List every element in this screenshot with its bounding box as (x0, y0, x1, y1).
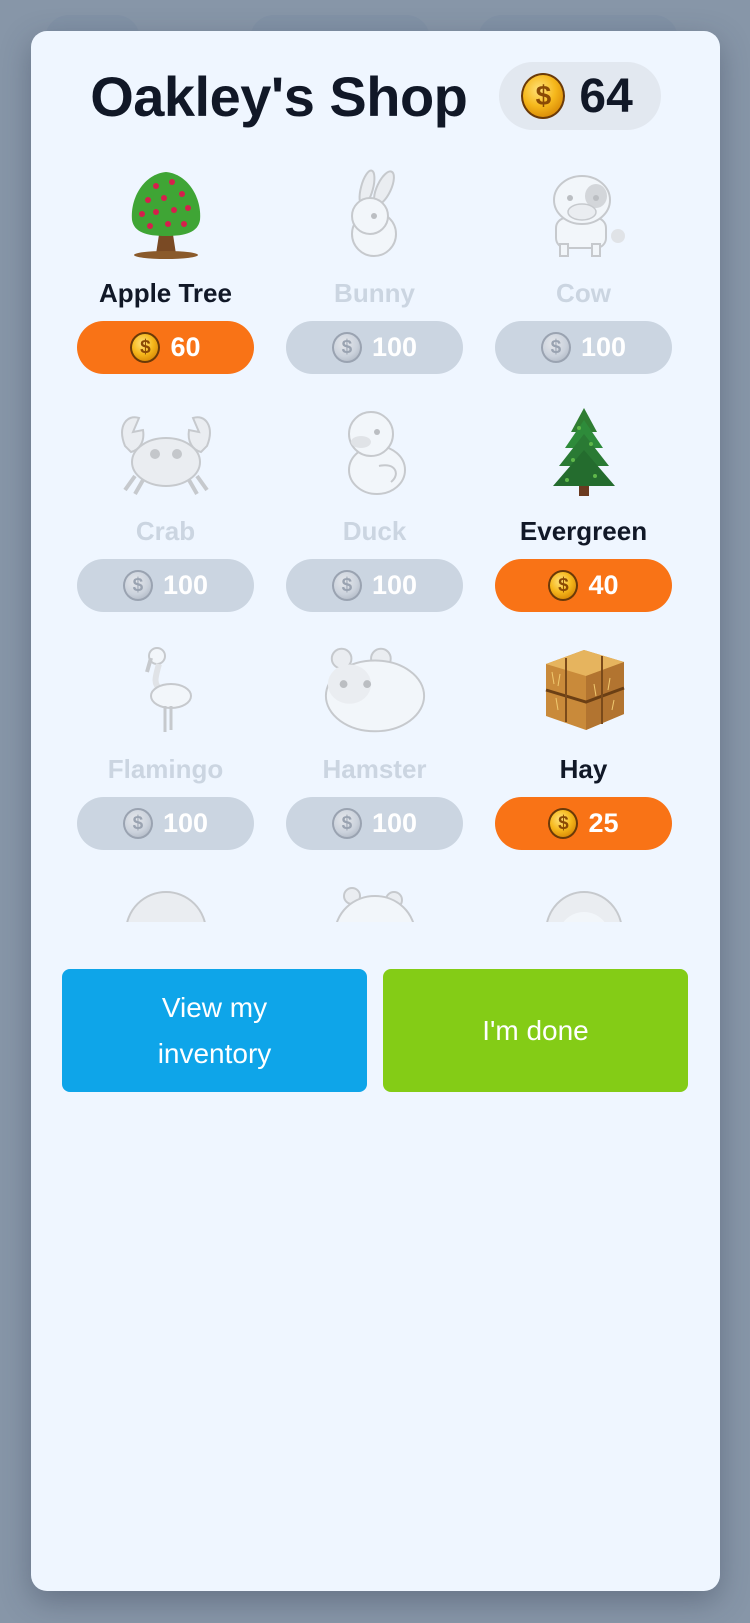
buy-duck-button[interactable]: $ 100 (286, 559, 463, 612)
shop-title: Oakley's Shop (90, 64, 468, 128)
shop-item-partial (77, 870, 254, 922)
item-price: 25 (588, 808, 619, 838)
item-name: Hamster (322, 754, 427, 784)
shop-header: Oakley's Shop $ 64 (31, 61, 720, 131)
buy-hamster-button[interactable]: $ 100 (286, 797, 463, 850)
balance-amount: 64 (579, 69, 633, 123)
item-name: Crab (135, 516, 196, 546)
evergreen-icon (529, 402, 639, 502)
coin-icon: $ (540, 332, 571, 363)
items-grid: Apple Tree $ 60 Bunny $ 100 Cow $ 100 Cr… (77, 156, 672, 922)
item-name: Evergreen (519, 516, 648, 546)
coin-icon: $ (122, 808, 153, 839)
coin-icon: $ (331, 570, 362, 601)
items-scroll-area[interactable]: Apple Tree $ 60 Bunny $ 100 Cow $ 100 Cr… (31, 156, 720, 922)
shop-item-hamster: Hamster $ 100 (286, 632, 463, 870)
item-name: Apple Tree (99, 278, 232, 308)
buy-hay-button[interactable]: $ 25 (495, 797, 672, 850)
animal-icon (320, 878, 430, 922)
coin-icon: $ (521, 73, 566, 119)
done-button[interactable]: I'm done (383, 969, 688, 1092)
buy-cow-button[interactable]: $ 100 (495, 321, 672, 374)
hamster-icon (320, 640, 430, 740)
shop-item-crab: Crab $ 100 (77, 394, 254, 632)
item-name: Duck (342, 516, 407, 546)
item-price: 100 (371, 332, 418, 362)
shop-dialog: Oakley's Shop $ 64 Apple Tree $ 60 Bunny… (31, 31, 720, 1591)
action-bar: View my inventory I'm done (62, 969, 688, 1092)
hedgehog-icon (111, 878, 221, 922)
coin-icon: $ (130, 332, 161, 363)
shop-item-cow: Cow $ 100 (495, 156, 672, 394)
item-price: 60 (170, 332, 201, 362)
item-name: Cow (556, 278, 611, 308)
coin-balance: $ 64 (499, 62, 661, 130)
coin-icon: $ (331, 808, 362, 839)
lion-icon (529, 878, 639, 922)
shop-item-flamingo: Flamingo $ 100 (77, 632, 254, 870)
crab-icon (111, 402, 221, 502)
item-price: 100 (162, 570, 209, 600)
item-name: Bunny (334, 278, 415, 308)
coin-icon: $ (122, 570, 153, 601)
shop-item-duck: Duck $ 100 (286, 394, 463, 632)
buy-apple-tree-button[interactable]: $ 60 (77, 321, 254, 374)
item-price: 100 (162, 808, 209, 838)
buy-crab-button[interactable]: $ 100 (77, 559, 254, 612)
view-inventory-button[interactable]: View my inventory (62, 969, 367, 1092)
item-price: 40 (588, 570, 619, 600)
coin-icon: $ (548, 808, 579, 839)
buy-evergreen-button[interactable]: $ 40 (495, 559, 672, 612)
hay-bale-icon (529, 640, 639, 740)
shop-item-bunny: Bunny $ 100 (286, 156, 463, 394)
item-price: 100 (580, 332, 627, 362)
shop-item-partial (495, 870, 672, 922)
shop-item-hay: Hay $ 25 (495, 632, 672, 870)
shop-item-apple-tree: Apple Tree $ 60 (77, 156, 254, 394)
shop-item-partial (286, 870, 463, 922)
flamingo-icon (111, 640, 221, 740)
buy-bunny-button[interactable]: $ 100 (286, 321, 463, 374)
item-price: 100 (371, 808, 418, 838)
coin-icon: $ (548, 570, 579, 601)
item-price: 100 (371, 570, 418, 600)
coin-icon: $ (331, 332, 362, 363)
cow-icon (529, 164, 639, 264)
bunny-icon (320, 164, 430, 264)
buy-flamingo-button[interactable]: $ 100 (77, 797, 254, 850)
shop-item-evergreen: Evergreen $ 40 (495, 394, 672, 632)
apple-tree-icon (111, 164, 221, 264)
item-name: Hay (559, 754, 608, 784)
duck-icon (320, 402, 430, 502)
item-name: Flamingo (107, 754, 224, 784)
